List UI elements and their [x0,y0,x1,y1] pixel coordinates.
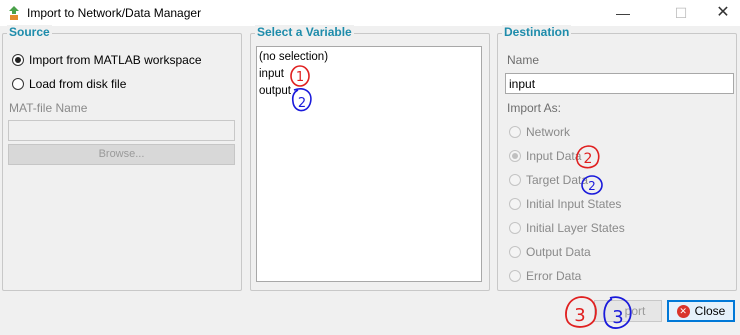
title-bar: Import to Network/Data Manager — ☐ ✕ [0,0,740,26]
radio-input-data[interactable]: Input Data [509,149,581,163]
radio-button[interactable] [509,174,521,186]
minimize-icon: — [616,5,630,21]
radio-initial-layer-states[interactable]: Initial Layer States [509,221,625,235]
browse-button-label: Browse... [98,148,145,160]
radio-button[interactable] [509,270,521,282]
close-button[interactable]: ✕ Close [667,300,735,322]
radio-network-label: Network [526,125,571,139]
radio-button[interactable] [509,222,521,234]
annotation-number-3-blue-small: 2 [588,179,596,193]
annotation-number-3-blue: 3 [612,307,623,328]
annotation-number-1: 1 [296,70,304,85]
annotation-number-2: 2 [298,96,306,111]
name-input-value: input [509,77,536,91]
name-input[interactable]: input [505,73,734,94]
close-button-label: Close [694,304,726,318]
variable-panel-title: Select a Variable [255,25,354,39]
annotation-circle-3-blue: 2 [581,175,603,195]
annotation-circle-2-red: 2 [576,145,600,169]
radio-import-workspace-label: Import from MATLAB workspace [29,53,202,67]
radio-button[interactable] [509,126,521,138]
minimize-button[interactable]: — [600,0,646,26]
radio-initial-layer-states-label: Initial Layer States [526,221,625,235]
import-as-label: Import As: [507,101,562,115]
radio-button[interactable] [12,78,24,90]
source-panel-title: Source [7,25,52,39]
radio-button-checked[interactable] [12,54,24,66]
mat-file-label: MAT-file Name [9,101,88,115]
mat-file-input[interactable] [8,120,235,141]
radio-button[interactable] [509,198,521,210]
browse-button[interactable]: Browse... [8,144,235,165]
window-close-button[interactable]: ✕ [700,0,740,26]
destination-panel-title: Destination [502,25,572,39]
radio-network[interactable]: Network [509,125,570,139]
radio-initial-input-states-label: Initial Input States [526,197,622,211]
radio-error-data-label: Error Data [526,269,582,283]
app-logo-icon [9,6,19,20]
list-item[interactable]: input [259,68,284,80]
close-circle-icon: ✕ [676,304,690,318]
annotation-circle-3-red: 3 [565,296,597,328]
annotation-number-2-red: 2 [584,151,593,167]
maximize-button[interactable]: ☐ [658,0,704,26]
radio-initial-input-states[interactable]: Initial Input States [509,197,621,211]
radio-button-checked[interactable] [509,150,521,162]
radio-output-data[interactable]: Output Data [509,245,591,259]
radio-output-data-label: Output Data [526,245,591,259]
annotation-circle-2-blue: 2 [291,88,312,112]
list-item[interactable]: output [259,85,291,97]
radio-error-data[interactable]: Error Data [509,269,581,283]
close-icon: ✕ [716,4,730,21]
radio-button[interactable] [509,246,521,258]
radio-load-file[interactable]: Load from disk file [12,77,126,91]
list-item[interactable]: (no selection) [259,51,328,63]
name-label: Name [507,53,540,67]
window-title: Import to Network/Data Manager [27,6,202,20]
radio-load-file-label: Load from disk file [29,77,127,91]
annotation-circle-3-blue-large: 3 [603,296,632,329]
radio-target-data[interactable]: Target Data [509,173,588,187]
annotation-number-3-red: 3 [574,305,585,326]
radio-import-workspace[interactable]: Import from MATLAB workspace [12,53,202,67]
maximize-icon: ☐ [674,5,688,21]
